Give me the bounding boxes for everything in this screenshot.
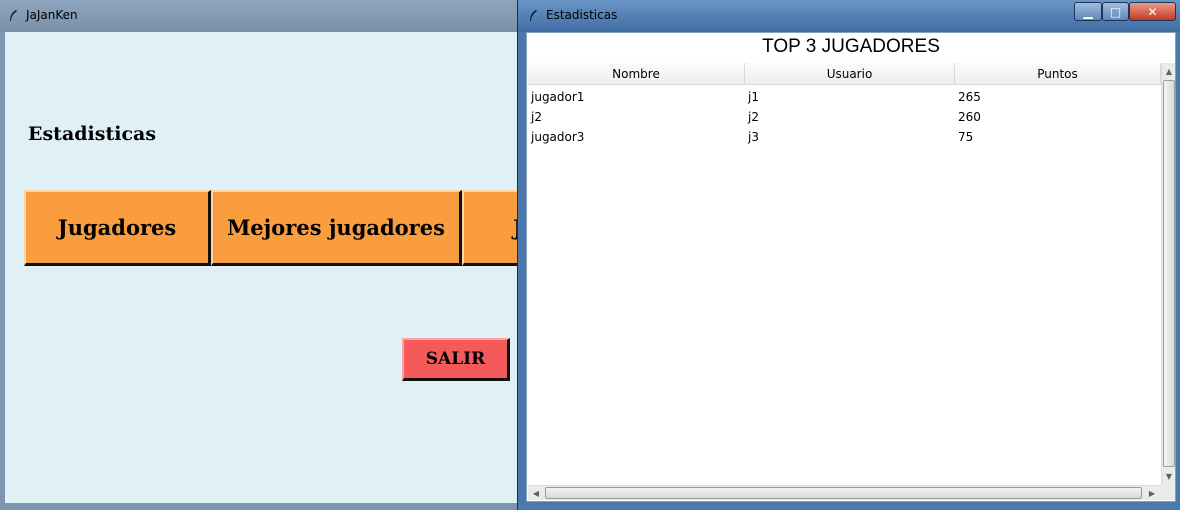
cell-puntos: 265 [958,90,981,104]
window-border [0,503,522,510]
stats-window: Estadisticas ▁ □ ✕ TOP 3 JUGADORES Nombr… [517,0,1180,510]
horizontal-scrollbar[interactable]: ◀ ▶ [528,485,1161,500]
table-row[interactable]: j2 j2 260 [528,107,1161,127]
cell-nombre: jugador3 [531,130,585,144]
stats-window-content: TOP 3 JUGADORES Nombre Usuario Puntos ju… [526,32,1176,502]
third-menu-button[interactable]: J [462,190,522,266]
players-table[interactable]: Nombre Usuario Puntos jugador1 j1 265 j2… [528,63,1161,483]
salir-button[interactable]: SALIR [402,338,510,381]
cell-puntos: 75 [958,130,974,144]
cell-usuario: j2 [748,110,759,124]
vertical-scroll-thumb[interactable] [1163,80,1175,467]
scroll-right-icon[interactable]: ▶ [1144,486,1160,500]
table-row[interactable]: jugador3 j3 75 [528,127,1161,147]
scroll-up-icon[interactable]: ▲ [1162,63,1175,79]
column-header-usuario[interactable]: Usuario [745,63,955,85]
minimize-button[interactable]: ▁ [1074,2,1102,21]
scroll-left-icon[interactable]: ◀ [528,486,544,500]
main-window: JaJanKen Estadisticas Jugadores Mejores … [0,0,523,510]
top-players-heading: TOP 3 JUGADORES [762,36,940,57]
statistics-label: Estadisticas [28,123,157,145]
cell-usuario: j3 [748,130,759,144]
close-button[interactable]: ✕ [1129,2,1176,21]
close-icon: ✕ [1147,4,1158,19]
maximize-button[interactable]: □ [1102,2,1129,21]
cell-puntos: 260 [958,110,981,124]
jugadores-button[interactable]: Jugadores [24,190,211,266]
cell-nombre: j2 [531,110,542,124]
main-window-content: Estadisticas Jugadores Mejores jugadores… [5,32,522,503]
mejores-jugadores-button[interactable]: Mejores jugadores [211,190,462,266]
stats-window-titlebar[interactable]: Estadisticas ▁ □ ✕ [518,0,1180,32]
scrollbar-corner [1161,485,1175,500]
column-header-puntos[interactable]: Puntos [955,63,1161,85]
column-header-nombre[interactable]: Nombre [528,63,745,85]
minimize-icon: ▁ [1083,4,1093,19]
main-window-titlebar[interactable]: JaJanKen [0,0,522,32]
scroll-down-icon[interactable]: ▼ [1162,468,1175,484]
maximize-icon: □ [1109,4,1122,19]
feather-icon [10,10,17,21]
feather-icon [530,10,537,21]
main-window-title: JaJanKen [26,8,78,22]
stats-window-title: Estadisticas [546,8,618,22]
cell-usuario: j1 [748,90,759,104]
cell-nombre: jugador1 [531,90,585,104]
horizontal-scroll-thumb[interactable] [545,487,1142,499]
table-row[interactable]: jugador1 j1 265 [528,87,1161,107]
vertical-scrollbar[interactable]: ▲ ▼ [1161,63,1175,485]
